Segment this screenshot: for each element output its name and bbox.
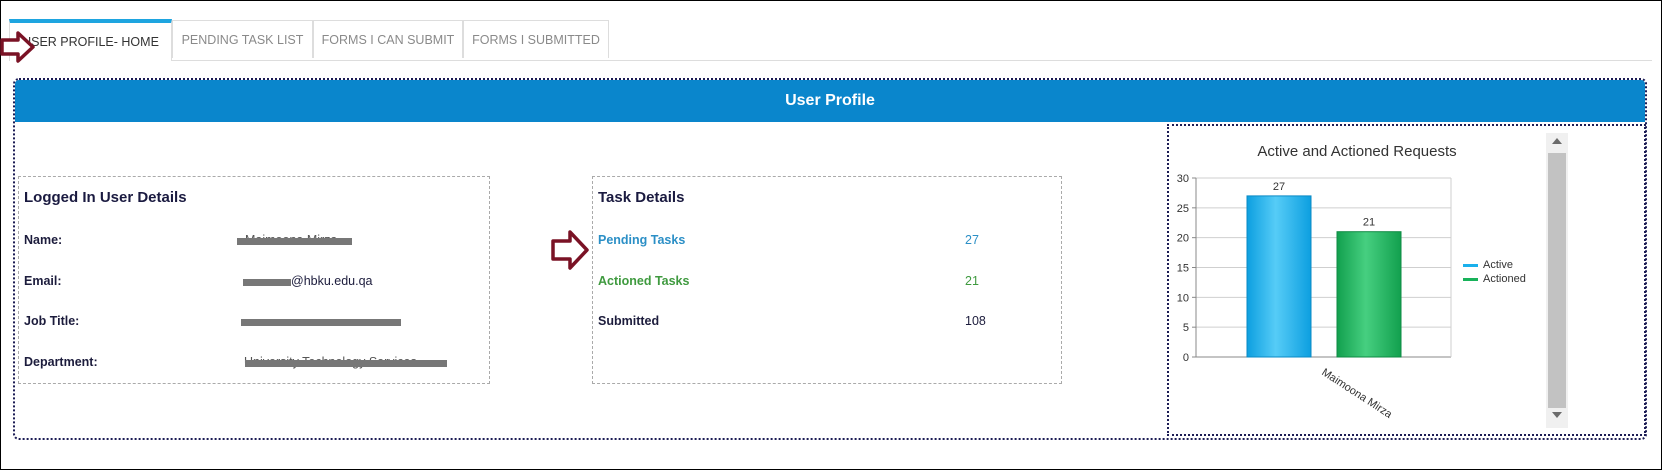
pending-tasks-link[interactable]: Pending Tasks [598, 233, 685, 247]
data-label: 27 [1273, 181, 1285, 193]
redaction-bar [241, 319, 401, 326]
bar-actioned [1336, 231, 1402, 358]
redaction-bar [245, 360, 447, 367]
pending-tasks-count: 27 [965, 233, 979, 247]
user-details-box: Logged In User Details Name: Email: Job … [18, 176, 490, 384]
y-tick-label: 10 [1177, 292, 1189, 304]
actioned-tasks-count: 21 [965, 274, 979, 288]
name-label: Name: [24, 233, 63, 247]
task-details-box: Task Details Pending Tasks 27 Actioned T… [592, 176, 1062, 384]
legend-swatch [1463, 278, 1478, 281]
arrow-right-icon [551, 230, 589, 270]
y-tick-label: 25 [1177, 203, 1189, 215]
email-value: @hbku.edu.qa [291, 274, 373, 288]
tab-forms-i-can-submit[interactable]: FORMS I CAN SUBMIT [313, 20, 463, 58]
scroll-up-icon[interactable] [1551, 136, 1563, 146]
y-tick-label: 0 [1183, 352, 1189, 364]
scroll-down-icon[interactable] [1551, 410, 1563, 420]
department-label: Department: [24, 355, 98, 369]
legend-swatch [1463, 264, 1478, 267]
job-title-label: Job Title: [24, 314, 80, 328]
tab-pending-task-list[interactable]: PENDING TASK LIST [172, 20, 313, 58]
y-tick-label: 15 [1177, 263, 1189, 275]
tab-forms-i-submitted[interactable]: FORMS I SUBMITTED [463, 20, 609, 58]
x-tick-label: Maimoona Mirza [1319, 366, 1394, 421]
arrow-right-icon [0, 31, 35, 63]
chart-title: Active and Actioned Requests [1257, 143, 1456, 160]
y-tick-label: 5 [1183, 322, 1189, 334]
submitted-count: 108 [965, 314, 986, 328]
legend-label-active: Active [1483, 259, 1513, 271]
user-details-title: Logged In User Details [24, 189, 187, 206]
scrollbar-thumb[interactable] [1548, 153, 1566, 408]
tab-bar: USER PROFILE- HOME PENDING TASK LIST FOR… [9, 19, 609, 61]
submitted-label: Submitted [598, 314, 660, 328]
requests-chart: Active and Actioned Requests 0 5 10 15 20 25 30… [1177, 143, 1526, 421]
y-tick-label: 30 [1177, 173, 1189, 185]
bar-active [1246, 195, 1312, 358]
data-label: 21 [1363, 217, 1375, 229]
email-label: Email: [24, 274, 62, 288]
task-details-title: Task Details [598, 189, 685, 206]
panel-title: User Profile [15, 80, 1645, 122]
redaction-bar [243, 279, 291, 286]
redaction-bar [237, 238, 352, 245]
y-tick-label: 20 [1177, 233, 1189, 245]
tab-underline [172, 60, 1652, 61]
legend-label-actioned: Actioned [1483, 273, 1526, 285]
actioned-tasks-link[interactable]: Actioned Tasks [598, 274, 689, 288]
